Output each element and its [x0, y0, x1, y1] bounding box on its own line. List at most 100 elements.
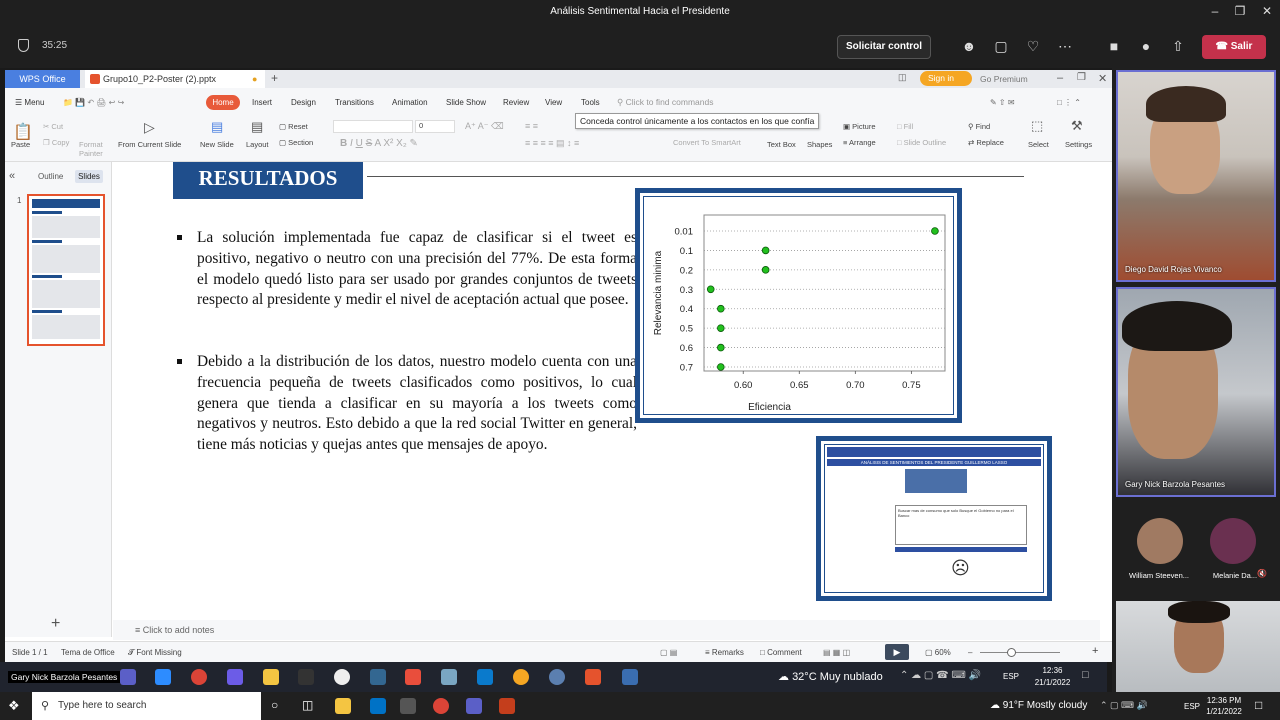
video-tile-diego[interactable]: Diego David Rojas Vivanco [1116, 70, 1276, 282]
add-tab-icon[interactable]: + [271, 71, 278, 85]
zoom-icon[interactable] [155, 669, 171, 685]
quick-access-icons[interactable]: 📁 💾 ↶ 🖨 ↩ ↪ [63, 98, 124, 107]
vscode-icon[interactable] [477, 669, 493, 685]
tab-home[interactable]: Home [206, 95, 240, 110]
format-painter-button[interactable]: Format Painter [79, 140, 109, 158]
file-tab[interactable]: Grupo10_P2-Poster (2).pptx ● [85, 70, 265, 88]
tab-tools[interactable]: Tools [581, 98, 600, 107]
slide-thumbnail[interactable] [27, 194, 105, 346]
clock[interactable]: 12:36 PM 1/21/2022 [1200, 695, 1248, 717]
teams-icon[interactable] [120, 669, 136, 685]
notification-icon[interactable]: □ [1082, 669, 1089, 681]
new-slide-button[interactable]: New Slide [200, 140, 234, 149]
cortana-icon[interactable]: ○ [271, 698, 278, 712]
arrange-button[interactable]: ≡ Arrange [843, 138, 876, 147]
postgres-icon[interactable] [370, 669, 386, 685]
r-icon[interactable] [549, 669, 565, 685]
app-icon[interactable] [400, 698, 416, 714]
font-name-select[interactable] [333, 120, 413, 133]
language-indicator[interactable]: ESP [1184, 702, 1200, 711]
notification-icon[interactable]: □ [1255, 698, 1262, 712]
powerpoint-icon[interactable] [499, 698, 515, 714]
task-view-icon[interactable]: ◫ [302, 698, 313, 712]
request-control-button[interactable]: Solicitar control [837, 35, 931, 59]
github-icon[interactable] [334, 669, 350, 685]
reactions-icon[interactable]: ♡ [1023, 38, 1043, 55]
slide-outline-button[interactable]: □ Slide Outline [897, 138, 946, 147]
font-grow-shrink-icons[interactable]: A⁺ A⁻ ⌫ [465, 121, 504, 132]
mail-icon[interactable] [370, 698, 386, 714]
comment-button[interactable]: □ Comment [760, 648, 802, 657]
menu-hamburger[interactable]: ☰ Menu [15, 98, 44, 107]
tab-insert[interactable]: Insert [252, 98, 272, 107]
avatar-melanie[interactable] [1210, 518, 1256, 564]
tab-outline[interactable]: Outline [38, 172, 63, 181]
tab-view[interactable]: View [545, 98, 562, 107]
copy-button[interactable]: ❐ Copy [43, 138, 69, 147]
git-icon[interactable] [405, 669, 421, 685]
share-icon[interactable]: ⇧ [1168, 38, 1188, 55]
people-icon[interactable]: ☻ [959, 38, 979, 54]
go-premium-button[interactable]: Go Premium [980, 70, 1028, 88]
close-button[interactable]: ✕ [1252, 4, 1280, 18]
play-slideshow-button[interactable]: ▶ [885, 644, 909, 660]
align-icons[interactable]: ≡ ≡ ≡ ≡ ▤ ↕ ≡ [525, 138, 579, 149]
avatar-william[interactable] [1137, 518, 1183, 564]
terminal-icon[interactable] [298, 669, 314, 685]
zoom-in-button[interactable]: + [1092, 645, 1098, 657]
zoom-level[interactable]: ▢ 60% [925, 648, 951, 657]
tray-icons[interactable]: ⌃ ☁ ▢ ☎ ⌨ 🔊 [900, 670, 981, 681]
app-icon[interactable] [441, 669, 457, 685]
select-button[interactable]: Select [1028, 140, 1049, 149]
app-icon[interactable] [513, 669, 529, 685]
windows-start-icon[interactable]: ❖ [8, 698, 20, 714]
tab-review[interactable]: Review [503, 98, 529, 107]
sign-in-button[interactable]: Sign in [920, 71, 972, 86]
more-icon[interactable]: ⋯ [1055, 38, 1075, 55]
weather-widget[interactable]: ☁ 32°C Muy nublado [778, 670, 883, 683]
chrome-icon[interactable] [191, 669, 207, 685]
replace-button[interactable]: ⇄ Replace [968, 138, 1004, 147]
language-indicator[interactable]: ESP [1003, 672, 1019, 681]
chrome-icon[interactable] [433, 698, 449, 714]
tab-transitions[interactable]: Transitions [335, 98, 374, 107]
fill-button[interactable]: □ Fill [897, 122, 913, 131]
convert-smartart-button[interactable]: Convert To SmartArt [673, 138, 741, 147]
collapse-pane-icon[interactable]: « [9, 170, 15, 182]
remarks-button[interactable]: ≡ Remarks [705, 648, 744, 657]
find-commands-input[interactable]: ⚲ Click to find commands [617, 97, 713, 108]
settings-button[interactable]: Settings [1065, 140, 1092, 149]
explorer-icon[interactable] [335, 698, 351, 714]
from-current-slide-button[interactable]: From Current Slide [118, 140, 181, 149]
zoom-slider-handle[interactable] [1007, 648, 1016, 657]
wps-minimize-button[interactable]: – [1057, 72, 1063, 84]
maximize-button[interactable]: ❐ [1225, 4, 1255, 18]
chat-icon[interactable]: ▢ [991, 38, 1011, 55]
zoom-slider[interactable] [980, 652, 1060, 653]
reset-button[interactable]: ▢ Reset [279, 122, 308, 131]
collapse-ribbon-icon[interactable]: □ ⋮ ⌃ [1057, 98, 1081, 107]
share-toolbar-icons[interactable]: ✎ ⇧ ✉ [990, 98, 1015, 107]
list-icons[interactable]: ≡ ≡ [525, 121, 538, 131]
text-format-icons[interactable]: B I U S A X² X₂ ✎ [340, 138, 418, 149]
cut-button[interactable]: ✂ Cut [43, 122, 63, 131]
self-video[interactable] [1116, 601, 1280, 693]
notes-area[interactable]: ≡ Click to add notes [113, 620, 1100, 640]
font-size-select[interactable]: 0 [415, 120, 455, 133]
shapes-button[interactable]: Shapes [807, 140, 832, 149]
microphone-icon[interactable]: ● [1136, 38, 1156, 54]
wps-office-tab[interactable]: WPS Office [5, 70, 80, 88]
tray-icons[interactable]: ⌃ ▢ ⌨ 🔊 [1100, 700, 1148, 711]
folder-icon[interactable] [263, 669, 279, 685]
leave-button[interactable]: ☎ Salir [1202, 35, 1266, 59]
text-box-button[interactable]: Text Box [767, 140, 796, 149]
font-missing[interactable]: 𝓣 Font Missing [128, 648, 182, 658]
python-icon[interactable] [622, 669, 638, 685]
add-slide-icon[interactable]: + [51, 615, 60, 633]
window-layout-icon[interactable]: ◫ [898, 72, 907, 83]
section-button[interactable]: ▢ Section [279, 138, 313, 147]
teams-icon[interactable] [466, 698, 482, 714]
tab-design[interactable]: Design [291, 98, 316, 107]
tab-animation[interactable]: Animation [392, 98, 428, 107]
wps-close-button[interactable]: ✕ [1098, 72, 1107, 85]
